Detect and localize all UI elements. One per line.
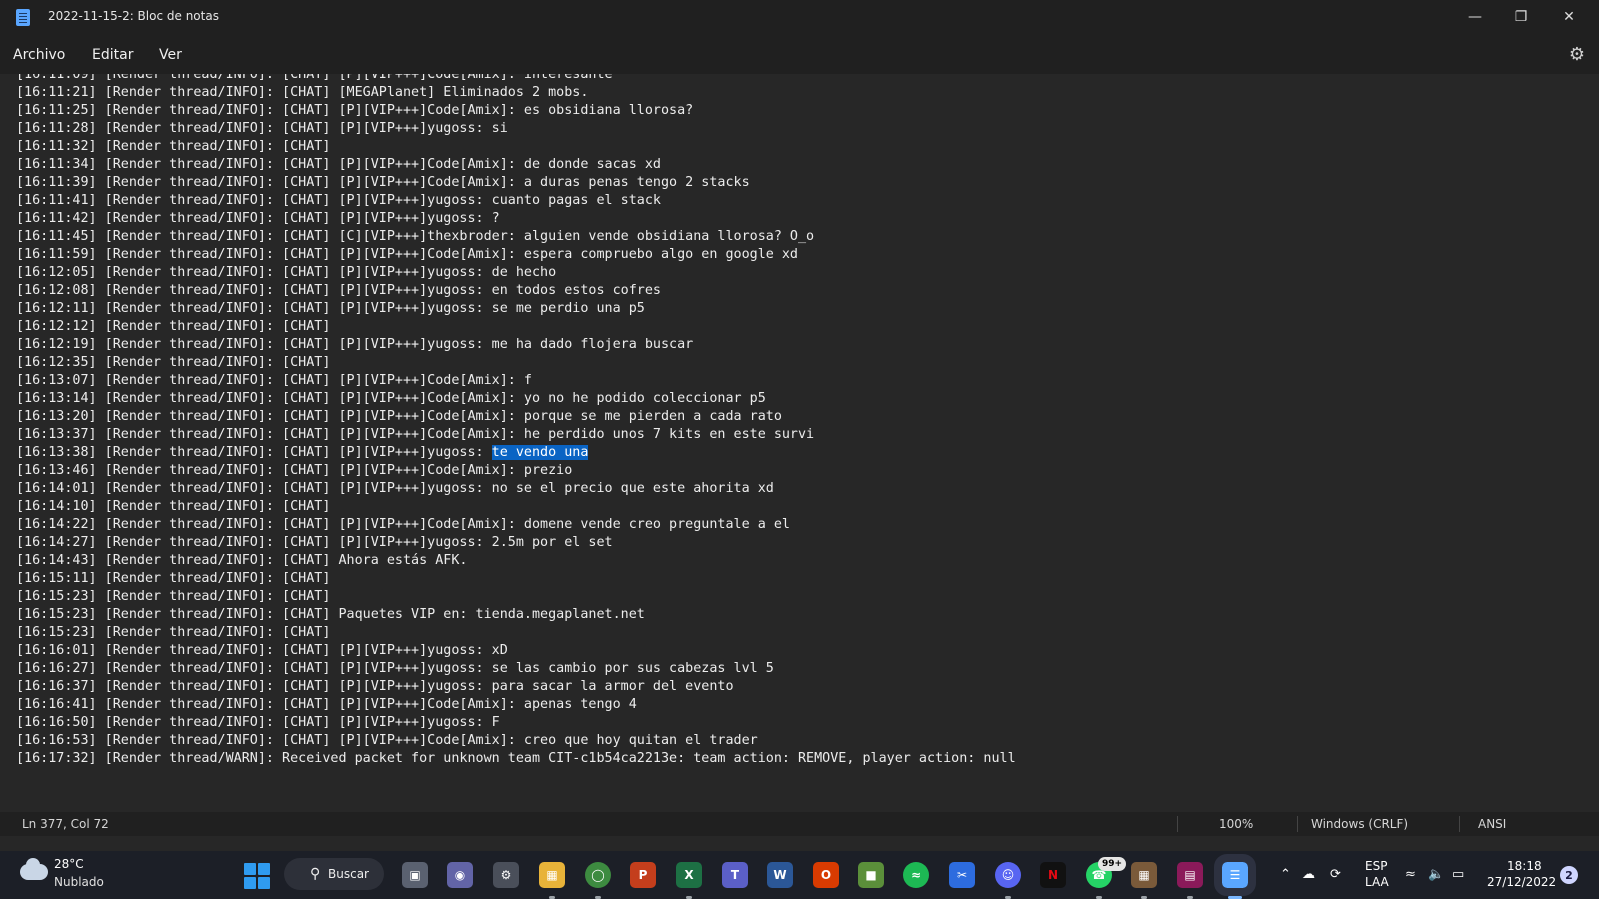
taskbar-search-button[interactable]: ⚲ Buscar xyxy=(284,858,384,890)
log-line: [16:15:23] [Render thread/INFO]: [CHAT] xyxy=(16,589,331,604)
log-line: [16:16:53] [Render thread/INFO]: [CHAT] … xyxy=(16,733,758,748)
log-line: [16:12:12] [Render thread/INFO]: [CHAT] xyxy=(16,319,331,334)
minecraft-launcher-icon[interactable]: ■ xyxy=(858,862,884,888)
log-line: [16:11:21] [Render thread/INFO]: [CHAT] … xyxy=(16,85,589,100)
menu-bar: Archivo Editar Ver ⚙ xyxy=(0,34,1599,74)
log-line: [16:11:09] [Render thread/INFO]: [CHAT] … xyxy=(16,74,613,82)
title-bar: 2022-11-15-2: Bloc de notas — ❐ ✕ xyxy=(0,0,1599,34)
log-line: [16:12:08] [Render thread/INFO]: [CHAT] … xyxy=(16,283,661,298)
log-line: [16:13:38] [Render thread/INFO]: [CHAT] … xyxy=(16,445,589,460)
powerpoint-icon[interactable]: P xyxy=(630,862,656,888)
status-bar: Ln 377, Col 72 100% Windows (CRLF) ANSI xyxy=(0,812,1599,836)
line-ending: Windows (CRLF) xyxy=(1311,817,1409,831)
word-icon[interactable]: W xyxy=(767,862,793,888)
log-line: [16:14:27] [Render thread/INFO]: [CHAT] … xyxy=(16,535,613,550)
settings-app-icon[interactable]: ⚙ xyxy=(493,862,519,888)
log-line: [16:16:37] [Render thread/INFO]: [CHAT] … xyxy=(16,679,734,694)
status-divider xyxy=(1297,816,1298,832)
netflix-icon[interactable]: N xyxy=(1040,862,1066,888)
volume-icon[interactable]: 🔈 xyxy=(1428,867,1444,882)
notepad-taskbar-icon[interactable]: ☰ xyxy=(1214,854,1256,896)
log-line: [16:13:14] [Render thread/INFO]: [CHAT] … xyxy=(16,391,766,406)
log-line: [16:11:25] [Render thread/INFO]: [CHAT] … xyxy=(16,103,694,118)
excel-icon[interactable]: X xyxy=(676,862,702,888)
log-line: [16:14:01] [Render thread/INFO]: [CHAT] … xyxy=(16,481,774,496)
notepad-icon xyxy=(16,9,30,26)
text-editor[interactable]: [16:11:09] [Render thread/INFO]: [CHAT] … xyxy=(0,74,1599,799)
editor-text: [16:11:09] [Render thread/INFO]: [CHAT] … xyxy=(16,74,1016,768)
weather-temp[interactable]: 28°C xyxy=(54,857,84,871)
log-line: [16:14:43] [Render thread/INFO]: [CHAT] … xyxy=(16,553,468,568)
log-line: [16:12:11] [Render thread/INFO]: [CHAT] … xyxy=(16,301,645,316)
log-line: [16:14:10] [Render thread/INFO]: [CHAT] xyxy=(16,499,331,514)
zoom-level: 100% xyxy=(1219,817,1254,831)
log-line: [16:13:46] [Render thread/INFO]: [CHAT] … xyxy=(16,463,573,478)
search-icon: ⚲ xyxy=(310,866,321,882)
log-line: [16:16:27] [Render thread/INFO]: [CHAT] … xyxy=(16,661,774,676)
whatsapp-badge: 99+ xyxy=(1098,857,1127,871)
onedrive-cloud-icon[interactable]: ☁ xyxy=(1302,867,1315,882)
log-line: [16:13:37] [Render thread/INFO]: [CHAT] … xyxy=(16,427,815,442)
log-line: [16:12:35] [Render thread/INFO]: [CHAT] xyxy=(16,355,331,370)
log-line: [16:17:32] [Render thread/WARN]: Receive… xyxy=(16,751,1016,766)
log-line: [16:11:28] [Render thread/INFO]: [CHAT] … xyxy=(16,121,508,136)
window-title: 2022-11-15-2: Bloc de notas xyxy=(48,9,219,23)
log-line: [16:11:39] [Render thread/INFO]: [CHAT] … xyxy=(16,175,750,190)
log-line: [16:12:19] [Render thread/INFO]: [CHAT] … xyxy=(16,337,694,352)
chat-icon[interactable]: ◉ xyxy=(447,862,473,888)
log-line: [16:15:23] [Render thread/INFO]: [CHAT] xyxy=(16,625,331,640)
log-line: [16:11:42] [Render thread/INFO]: [CHAT] … xyxy=(16,211,500,226)
taskbar: 28°C Nublado ⚲ Buscar ▣ ◉ ⚙ ▦ ◯ P X T W … xyxy=(0,851,1599,899)
office-icon[interactable]: O xyxy=(813,862,839,888)
task-view-icon[interactable]: ▣ xyxy=(402,862,428,888)
log-line: [16:16:01] [Render thread/INFO]: [CHAT] … xyxy=(16,643,508,658)
restore-button[interactable]: ❐ xyxy=(1498,0,1544,34)
winrar-icon[interactable]: ▤ xyxy=(1177,862,1203,888)
status-divider xyxy=(1459,816,1460,832)
minecraft-icon[interactable]: ▦ xyxy=(1131,862,1157,888)
spotify-icon[interactable]: ≈ xyxy=(903,862,929,888)
cloud-icon[interactable] xyxy=(20,858,48,880)
selected-text: te vendo una xyxy=(491,445,589,460)
sync-icon[interactable]: ⟳ xyxy=(1330,867,1341,882)
status-divider xyxy=(1177,816,1178,832)
log-line: [16:13:20] [Render thread/INFO]: [CHAT] … xyxy=(16,409,782,424)
log-line: [16:16:41] [Render thread/INFO]: [CHAT] … xyxy=(16,697,637,712)
clock-date[interactable]: 27/12/2022 xyxy=(1487,875,1556,889)
log-line: [16:11:32] [Render thread/INFO]: [CHAT] xyxy=(16,139,331,154)
snipping-tool-icon[interactable]: ✂ xyxy=(949,862,975,888)
log-line: [16:11:45] [Render thread/INFO]: [CHAT] … xyxy=(16,229,815,244)
minimize-button[interactable]: — xyxy=(1452,0,1498,34)
menu-archivo[interactable]: Archivo xyxy=(13,47,65,63)
settings-gear-icon[interactable]: ⚙ xyxy=(1569,44,1585,65)
close-button[interactable]: ✕ xyxy=(1546,0,1592,34)
weather-desc[interactable]: Nublado xyxy=(54,875,104,889)
menu-ver[interactable]: Ver xyxy=(159,47,182,63)
log-line: [16:15:11] [Render thread/INFO]: [CHAT] xyxy=(16,571,331,586)
teams-icon[interactable]: T xyxy=(722,862,748,888)
search-label: Buscar xyxy=(328,867,369,881)
log-line: [16:13:07] [Render thread/INFO]: [CHAT] … xyxy=(16,373,532,388)
chrome-icon[interactable]: ◯ xyxy=(585,862,611,888)
language-code[interactable]: ESP xyxy=(1365,859,1387,873)
discord-icon[interactable]: ☺ xyxy=(995,862,1021,888)
clock-time[interactable]: 18:18 xyxy=(1507,859,1542,873)
windows-start-icon[interactable] xyxy=(244,863,270,889)
log-line: [16:16:50] [Render thread/INFO]: [CHAT] … xyxy=(16,715,500,730)
log-line: [16:12:05] [Render thread/INFO]: [CHAT] … xyxy=(16,265,557,280)
chevron-up-icon[interactable]: ⌃ xyxy=(1280,867,1291,882)
cursor-position: Ln 377, Col 72 xyxy=(22,817,109,831)
log-line: [16:11:41] [Render thread/INFO]: [CHAT] … xyxy=(16,193,661,208)
keyboard-layout[interactable]: LAA xyxy=(1365,875,1389,889)
log-line: [16:11:34] [Render thread/INFO]: [CHAT] … xyxy=(16,157,661,172)
encoding: ANSI xyxy=(1478,817,1507,831)
wifi-icon[interactable]: ≈ xyxy=(1405,867,1416,882)
notification-count[interactable]: 2 xyxy=(1560,866,1578,884)
file-explorer-icon[interactable]: ▦ xyxy=(539,862,565,888)
battery-icon[interactable]: ▭ xyxy=(1452,867,1464,882)
menu-editar[interactable]: Editar xyxy=(92,47,133,63)
log-line: [16:15:23] [Render thread/INFO]: [CHAT] … xyxy=(16,607,645,622)
log-line: [16:11:59] [Render thread/INFO]: [CHAT] … xyxy=(16,247,798,262)
log-line: [16:14:22] [Render thread/INFO]: [CHAT] … xyxy=(16,517,790,532)
